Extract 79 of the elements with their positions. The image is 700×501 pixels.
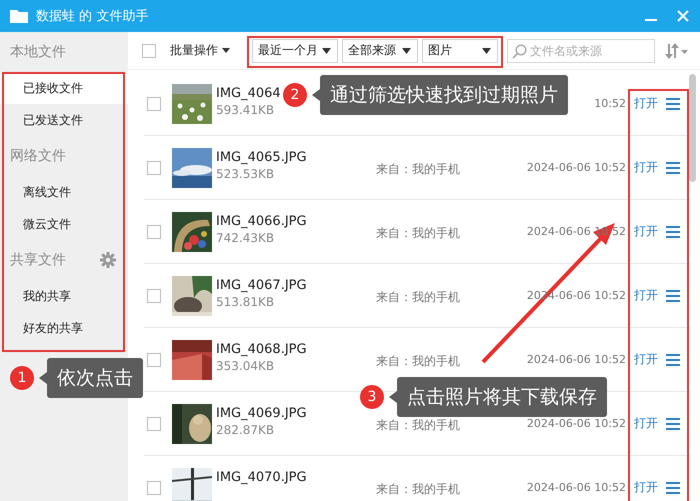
file-name: IMG_4068.JPG [216, 342, 307, 356]
file-name: IMG_4067.JPG [216, 278, 307, 292]
row-checkbox[interactable] [147, 480, 161, 494]
file-size: 742.43KB [216, 230, 274, 244]
file-source: 来自：我的手机 [376, 162, 460, 176]
callout-text: 依次点击 [47, 358, 143, 398]
row-checkbox[interactable] [147, 416, 161, 430]
filter-dropdown[interactable]: 全部来源 [342, 38, 418, 62]
file-size: 593.41KB [216, 102, 274, 116]
file-date: 2024-06-06 10:52 [526, 353, 626, 366]
step-badge: 2 [283, 83, 307, 107]
open-link[interactable]: 打开 [634, 223, 658, 240]
callout-pointer [39, 372, 47, 384]
file-source: 来自：我的手机 [376, 418, 460, 432]
section-heading: 本地文件 [10, 43, 66, 61]
file-date: 2024-06-06 10:52 [526, 161, 626, 174]
section-heading: 网络文件 [10, 147, 66, 165]
callout-text: 点击照片将其下载保存 [397, 377, 607, 417]
folder-icon [10, 9, 28, 23]
settings-icon[interactable] [100, 252, 116, 268]
file-name: IMG_4064 [216, 86, 281, 100]
search-field[interactable]: 文件名或来源 [507, 38, 655, 62]
row-checkbox[interactable] [147, 224, 161, 238]
sidebar-item[interactable]: 我的共享 [0, 280, 128, 312]
file-source: 来自：我的手机 [376, 226, 460, 240]
file-source: 来自：我的手机 [376, 290, 460, 304]
row-checkbox[interactable] [147, 352, 161, 366]
file-name: IMG_4066.JPG [216, 214, 307, 228]
search-icon [512, 44, 527, 58]
file-name: IMG_4070.JPG [216, 470, 307, 484]
sidebar-item[interactable]: 已发送文件 [0, 104, 128, 136]
callout-pointer [312, 89, 320, 101]
sort-icon[interactable] [665, 42, 689, 58]
open-link[interactable]: 打开 [634, 95, 658, 112]
caret-icon [222, 48, 230, 53]
scrollbar-thumb[interactable] [689, 74, 696, 182]
select-all-checkbox[interactable] [142, 44, 156, 58]
row-checkbox[interactable] [147, 288, 161, 302]
file-size: 353.04KB [216, 358, 274, 372]
file-name: IMG_4069.JPG [216, 406, 307, 420]
file-size: 523.53KB [216, 166, 274, 180]
sidebar-item[interactable]: 已接收文件 [0, 72, 128, 104]
row-checkbox[interactable] [147, 160, 161, 174]
filter-dropdown[interactable]: 图片 [422, 38, 498, 62]
menu-icon[interactable] [666, 290, 680, 302]
callout-pointer [389, 391, 397, 403]
callout-text: 通过筛选快速找到过期照片 [320, 75, 568, 115]
open-link[interactable]: 打开 [634, 159, 658, 176]
caret-icon [482, 48, 491, 54]
file-date: 10:52 [593, 97, 626, 110]
close-icon[interactable] [676, 9, 690, 23]
open-link[interactable]: 打开 [634, 287, 658, 304]
open-link[interactable]: 打开 [634, 479, 658, 496]
file-source: 来自：我的手机 [376, 482, 460, 496]
menu-icon[interactable] [666, 354, 680, 366]
menu-icon[interactable] [666, 226, 680, 238]
file-size: 282.87KB [216, 422, 274, 436]
file-name: IMG_4065.JPG [216, 150, 307, 164]
file-size: 513.81KB [216, 294, 274, 308]
sidebar-item[interactable]: 微云文件 [0, 208, 128, 240]
window-title: 数据蛙 的 文件助手 [36, 8, 148, 25]
caret-icon [322, 48, 331, 54]
row-checkbox[interactable] [147, 96, 161, 110]
menu-icon[interactable] [666, 482, 680, 494]
menu-icon[interactable] [666, 418, 680, 430]
file-date: 2024-06-06 10:52 [526, 481, 626, 494]
caret-icon [402, 48, 411, 54]
open-link[interactable]: 打开 [634, 415, 658, 432]
section-heading: 共享文件 [10, 251, 66, 269]
file-source: 来自：我的手机 [376, 354, 460, 368]
menu-icon[interactable] [666, 98, 680, 110]
open-link[interactable]: 打开 [634, 351, 658, 368]
file-date: 2024-06-06 10:52 [526, 417, 626, 430]
step-badge: 3 [360, 385, 384, 409]
filter-dropdown[interactable]: 最近一个月 [252, 38, 338, 62]
sidebar-item[interactable]: 好友的共享 [0, 312, 128, 344]
sidebar-item[interactable]: 离线文件 [0, 176, 128, 208]
menu-icon[interactable] [666, 162, 680, 174]
batch-menu-button[interactable]: 批量操作 [170, 42, 230, 59]
